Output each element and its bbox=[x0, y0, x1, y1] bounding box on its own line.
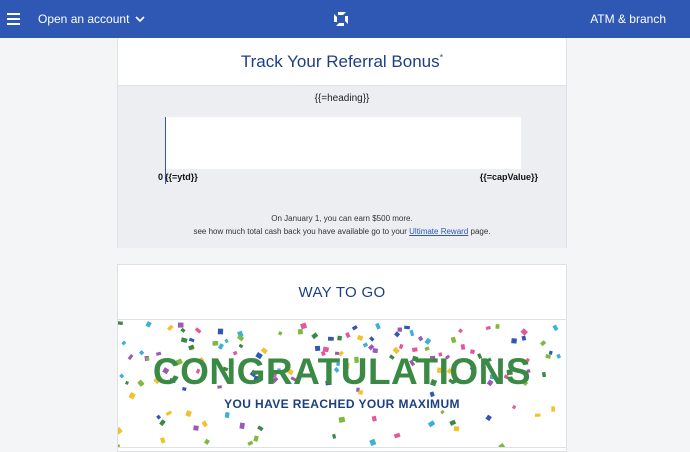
way-to-go-card: WAY TO GO CONGRATULATIONS YOU HAVE REACH… bbox=[117, 264, 567, 452]
referral-tracker-card: Track Your Referral Bonus* {{=heading}} … bbox=[117, 38, 567, 248]
cash-back-note-prefix: see how much total cash back you have av… bbox=[193, 227, 410, 236]
confetti-piece bbox=[118, 321, 123, 326]
confetti-piece bbox=[409, 329, 415, 337]
confetti-piece bbox=[201, 420, 208, 428]
confetti-piece bbox=[450, 336, 457, 344]
ultimate-reward-link[interactable]: Ultimate Reward bbox=[409, 227, 468, 236]
tracker-panel: {{=heading}} 0 {{=ytd}} {{=capValue}} On… bbox=[118, 86, 566, 248]
card-divider bbox=[118, 447, 566, 448]
confetti-piece bbox=[398, 343, 404, 350]
confetti-piece bbox=[188, 337, 195, 343]
maximum-reached-text: YOU HAVE REACHED YOUR MAXIMUM bbox=[224, 397, 460, 411]
progress-bar-track bbox=[165, 117, 521, 169]
confetti-piece bbox=[362, 342, 369, 348]
congratulations-banner: CONGRATULATIONS YOU HAVE REACHED YOUR MA… bbox=[118, 321, 566, 447]
confetti-piece bbox=[297, 329, 303, 335]
confetti-piece bbox=[145, 321, 152, 328]
tracker-heading: {{=heading}} bbox=[314, 93, 370, 104]
confetti-piece bbox=[239, 422, 245, 430]
confetti-piece bbox=[393, 331, 401, 338]
confetti-piece bbox=[193, 425, 199, 431]
confetti-piece bbox=[369, 336, 375, 342]
confetti-piece bbox=[203, 438, 210, 445]
way-to-go-header: WAY TO GO bbox=[118, 265, 566, 320]
confetti-piece bbox=[371, 415, 377, 422]
progress-min-label: 0 bbox=[158, 172, 164, 182]
confetti-piece bbox=[404, 325, 410, 330]
confetti-piece bbox=[495, 324, 500, 329]
confetti-piece bbox=[534, 413, 541, 417]
confetti-piece bbox=[118, 427, 123, 435]
earn-more-note: On January 1, you can earn $500 more. bbox=[271, 214, 413, 223]
confetti-piece bbox=[180, 327, 186, 333]
bank-logo-icon[interactable] bbox=[333, 11, 349, 27]
atm-branch-link[interactable]: ATM & branch bbox=[590, 0, 666, 38]
tracker-title-text: Track Your Referral Bonus bbox=[240, 51, 440, 71]
open-account-menu[interactable]: Open an account bbox=[38, 0, 145, 38]
confetti-piece bbox=[356, 334, 364, 341]
confetti-piece bbox=[424, 337, 432, 345]
confetti-piece bbox=[332, 433, 337, 439]
confetti-piece bbox=[167, 324, 174, 332]
chevron-down-icon bbox=[135, 16, 145, 23]
confetti-piece bbox=[345, 332, 351, 339]
confetti-piece bbox=[224, 412, 230, 419]
confetti-piece bbox=[177, 322, 184, 328]
confetti-piece bbox=[165, 410, 173, 417]
confetti-piece bbox=[185, 410, 192, 418]
confetti-piece bbox=[159, 437, 166, 444]
congratulations-text: CONGRATULATIONS bbox=[152, 351, 532, 392]
progress-ytd-label: {{=ytd}} bbox=[165, 172, 198, 182]
confetti-piece bbox=[552, 324, 559, 332]
confetti-piece bbox=[393, 432, 401, 439]
confetti-piece bbox=[520, 328, 529, 336]
tracker-title-mark: * bbox=[439, 51, 444, 62]
confetti-piece bbox=[212, 340, 219, 346]
top-nav: Open an account ATM & branch bbox=[0, 0, 690, 38]
confetti-piece bbox=[375, 322, 381, 330]
confetti-piece bbox=[217, 328, 224, 335]
confetti-piece bbox=[521, 335, 527, 341]
confetti-piece bbox=[311, 332, 319, 340]
confetti-piece bbox=[337, 335, 342, 341]
confetti-piece bbox=[338, 416, 346, 423]
confetti-piece bbox=[485, 325, 491, 331]
open-account-label: Open an account bbox=[38, 12, 130, 26]
confetti-piece bbox=[327, 336, 334, 341]
confetti-piece bbox=[300, 322, 308, 330]
confetti-piece bbox=[159, 419, 166, 427]
confetti-piece bbox=[217, 343, 224, 350]
hamburger-menu-icon[interactable] bbox=[0, 0, 28, 38]
confetti-piece bbox=[397, 327, 402, 332]
confetti-piece bbox=[253, 435, 259, 442]
cash-back-note-suffix: page. bbox=[468, 227, 491, 236]
confetti-piece bbox=[257, 425, 264, 432]
confetti-piece bbox=[460, 344, 466, 350]
confetti-piece bbox=[449, 419, 457, 426]
confetti-piece bbox=[247, 440, 254, 446]
confetti-piece bbox=[351, 325, 358, 331]
progress-cap-label: {{=capValue}} bbox=[479, 172, 538, 182]
confetti-piece bbox=[194, 327, 202, 334]
confetti-piece bbox=[121, 340, 127, 346]
confetti-piece bbox=[369, 438, 377, 447]
tracker-header: Track Your Referral Bonus* bbox=[118, 38, 566, 86]
confetti-piece bbox=[417, 335, 424, 342]
confetti-piece bbox=[453, 426, 460, 432]
confetti-piece bbox=[224, 338, 229, 344]
confetti-piece bbox=[458, 328, 463, 334]
confetti-piece bbox=[485, 414, 492, 422]
confetti-piece bbox=[427, 420, 436, 428]
confetti-piece bbox=[156, 414, 162, 420]
confetti-piece bbox=[180, 337, 188, 343]
tracker-title: Track Your Referral Bonus* bbox=[241, 52, 443, 72]
confetti-piece bbox=[277, 331, 283, 336]
way-to-go-title: WAY TO GO bbox=[298, 283, 386, 301]
cash-back-note: see how much total cash back you have av… bbox=[118, 227, 566, 236]
confetti-piece bbox=[238, 343, 244, 349]
confetti-piece bbox=[540, 340, 547, 347]
confetti-piece bbox=[511, 338, 517, 344]
